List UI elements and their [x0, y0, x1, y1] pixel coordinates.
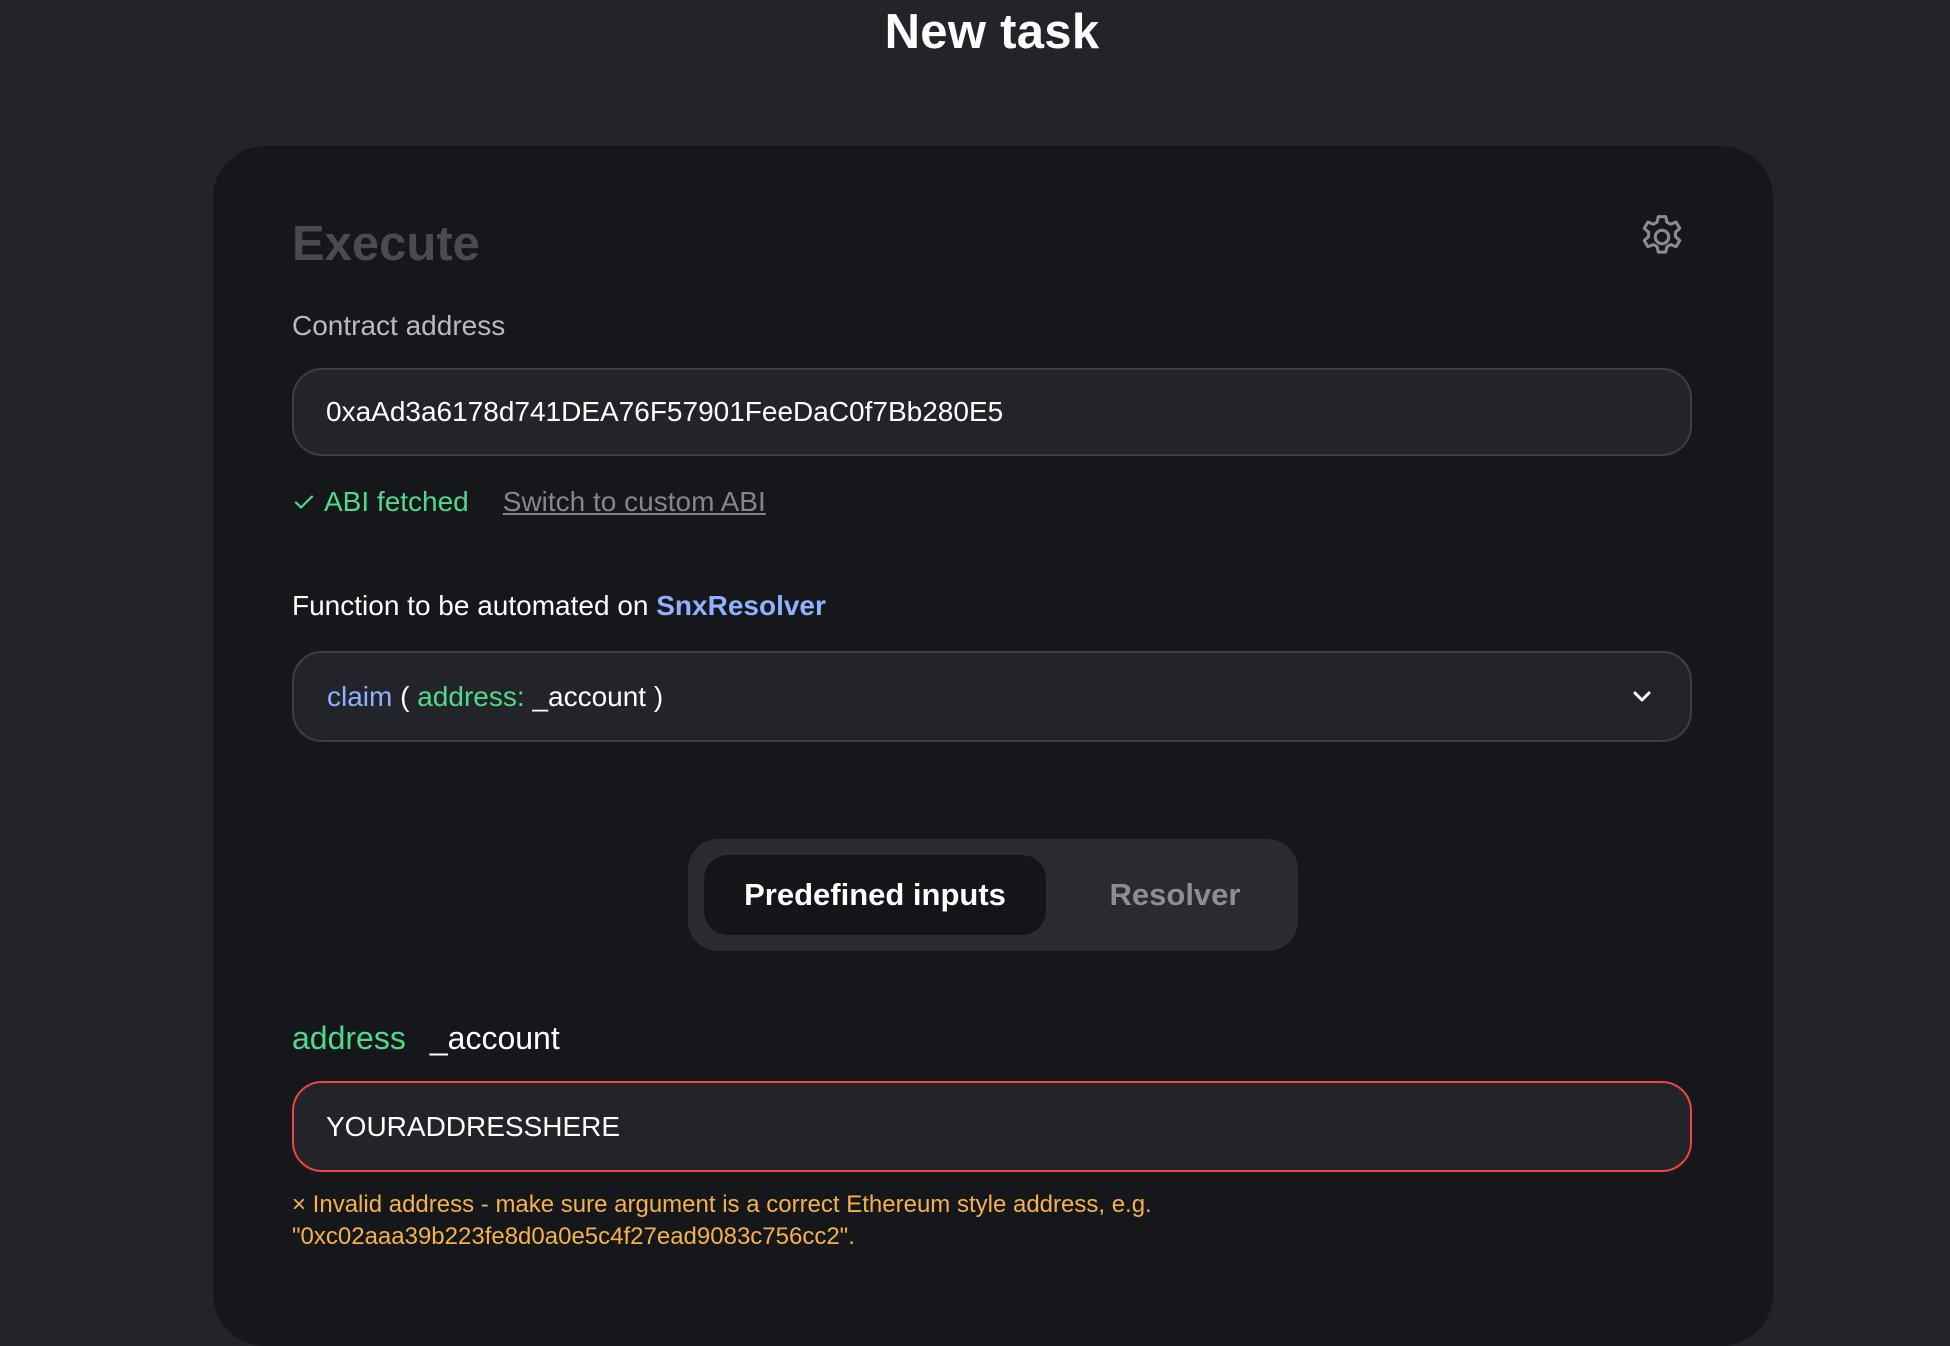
contract-address-field[interactable]: [292, 368, 1692, 456]
argument-type: address: [292, 1020, 406, 1056]
chevron-down-icon[interactable]: [1630, 684, 1654, 708]
argument-input[interactable]: [326, 1083, 1626, 1170]
argument-error-message: × Invalid address - make sure argument i…: [292, 1189, 1392, 1253]
tab-resolver[interactable]: Resolver: [1068, 855, 1282, 935]
page-title: New task: [884, 5, 1100, 59]
card-title: Execute: [292, 217, 480, 271]
open-paren: (: [400, 681, 410, 712]
gear-icon[interactable]: [1636, 211, 1688, 263]
argument-error-line: × Invalid address - make sure argument i…: [292, 1191, 1152, 1218]
close-paren: ): [653, 681, 664, 712]
function-param-name: _account: [532, 681, 647, 712]
execute-card: Execute Contract address ABI fetched Swi…: [213, 146, 1773, 1346]
function-label: Function to be automated on SnxResolver: [292, 590, 826, 622]
input-mode-toggle: Predefined inputs Resolver: [688, 839, 1298, 951]
abi-status-text: ABI fetched: [324, 486, 469, 517]
switch-custom-abi-link[interactable]: Switch to custom ABI: [503, 486, 766, 518]
argument-name: _account: [429, 1020, 560, 1056]
argument-label: address _account: [292, 1020, 560, 1057]
contract-address-label: Contract address: [292, 310, 506, 341]
contract-name: SnxResolver: [656, 590, 826, 621]
function-select-value: claim ( address: _account ): [327, 653, 663, 740]
abi-status: ABI fetched: [292, 486, 469, 518]
argument-error-example: "0xc02aaa39b223fe8d0a0e5c4f27ead9083c756…: [292, 1223, 855, 1250]
function-select[interactable]: claim ( address: _account ): [292, 651, 1692, 742]
function-param-type: address:: [417, 681, 525, 712]
function-label-prefix: Function to be automated on: [292, 590, 649, 621]
check-icon: [294, 495, 314, 509]
function-name: claim: [327, 681, 393, 712]
argument-field[interactable]: [292, 1081, 1692, 1172]
abi-status-row: ABI fetched Switch to custom ABI: [292, 484, 766, 520]
contract-address-input[interactable]: [326, 370, 1626, 454]
tab-predefined-inputs[interactable]: Predefined inputs: [704, 855, 1046, 935]
